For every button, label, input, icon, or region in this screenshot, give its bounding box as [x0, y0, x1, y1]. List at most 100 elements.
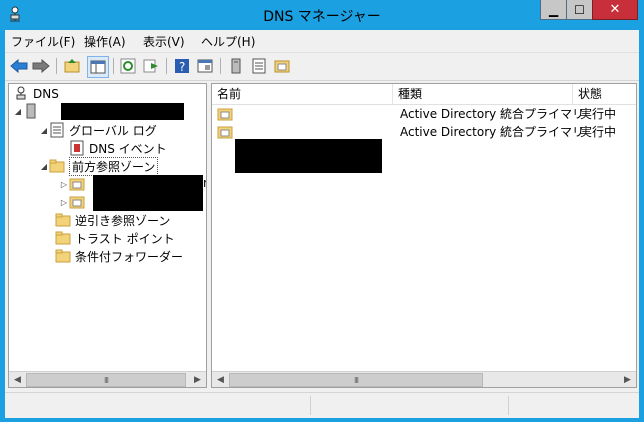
toolbar-separator [220, 58, 221, 74]
tree-item-forward-zones[interactable]: ◢ 前方参照ゾーン [39, 156, 159, 176]
refresh-button[interactable] [119, 57, 137, 75]
minimize-icon: ▁ [548, 2, 559, 17]
tree-item-reverse-zones[interactable]: 逆引き参照ゾーン [55, 211, 170, 229]
back-arrow-icon [10, 59, 28, 73]
help-icon: ? [175, 59, 189, 74]
folder-icon [55, 231, 71, 245]
server-icon [231, 58, 241, 74]
collapsed-arrow-icon[interactable]: ▷ [59, 180, 69, 189]
zone-type: Active Directory 統合プライマリ [400, 107, 585, 121]
tree-label: グローバル ログ [69, 123, 157, 138]
console-tree[interactable]: DNS ◢ ◢ グローバル ログ DNS イベント ◢ 前方参照ゾーン ▷ ▷ … [8, 83, 207, 388]
status-bar [5, 392, 639, 418]
server-button[interactable] [227, 57, 245, 75]
forward-arrow-icon [32, 59, 50, 73]
tree-item-trust-points[interactable]: トラスト ポイント [55, 229, 175, 247]
list-icon [252, 58, 266, 74]
tree-item-zone[interactable]: ▷ [59, 175, 89, 193]
list-header: 名前 種類 状態 [212, 84, 636, 105]
forward-button[interactable] [32, 57, 50, 75]
menu-view[interactable]: 表示(V) [143, 33, 185, 50]
dns-manager-window: DNS マネージャー ▁ ☐ ✕ ファイル(F) 操作(A) 表示(V) ヘルプ… [0, 0, 644, 422]
scroll-left-icon[interactable]: ◀ [212, 372, 229, 387]
zone-status: 実行中 [580, 107, 617, 121]
tree-item-dns[interactable]: DNS [13, 85, 59, 103]
svg-text:?: ? [179, 60, 185, 74]
export-list-icon [143, 59, 158, 73]
show-hide-tree-button[interactable] [87, 56, 109, 78]
tree-label: DNS イベント [89, 141, 167, 156]
expanded-arrow-icon[interactable]: ◢ [13, 107, 23, 116]
folder-icon [49, 159, 65, 173]
tree-item-dns-events[interactable]: DNS イベント [69, 139, 167, 157]
close-button[interactable]: ✕ [592, 0, 638, 20]
table-row[interactable]: Active Directory 統合プライマリ 実行中 [212, 105, 636, 123]
scroll-right-icon[interactable]: ▶ [619, 372, 636, 387]
zone-properties-button[interactable] [273, 57, 291, 75]
redacted-zone-names [235, 139, 382, 173]
minimize-button[interactable]: ▁ [540, 0, 567, 20]
console-icon [197, 59, 213, 73]
list-button[interactable] [250, 57, 268, 75]
zone-status: 実行中 [580, 125, 617, 139]
tree-label: 条件付フォワーダー [75, 249, 184, 264]
toolbar-separator [166, 58, 167, 74]
folder-icon [55, 213, 71, 227]
zone-icon [69, 178, 85, 191]
zone-icon [217, 108, 233, 121]
close-icon: ✕ [609, 2, 621, 17]
zone-properties-icon [274, 60, 290, 73]
zone-type: Active Directory 統合プライマリ [400, 125, 585, 139]
redacted-zone-names [93, 175, 203, 211]
menu-file[interactable]: ファイル(F) [11, 33, 75, 50]
menu-help[interactable]: ヘルプ(H) [201, 33, 255, 50]
tree-label: DNS [33, 87, 59, 101]
status-panel [310, 396, 509, 415]
truncated-text: r [203, 176, 206, 190]
status-panel [508, 396, 639, 415]
menu-action[interactable]: 操作(A) [84, 33, 126, 50]
maximize-icon: ☐ [574, 2, 585, 17]
scroll-left-icon[interactable]: ◀ [9, 372, 26, 387]
column-type-header[interactable]: 種類 [393, 84, 573, 104]
tree-item-conditional-forwarders[interactable]: 条件付フォワーダー [55, 247, 183, 265]
zone-icon [217, 126, 233, 139]
expanded-arrow-icon[interactable]: ◢ [39, 126, 49, 135]
tree-item-zone[interactable]: ▷ [59, 193, 89, 211]
tree-item-global-logs[interactable]: ◢ グローバル ログ [39, 121, 157, 139]
tree-label: トラスト ポイント [75, 231, 175, 246]
title-bar[interactable]: DNS マネージャー ▁ ☐ ✕ [0, 0, 644, 30]
up-button[interactable] [63, 57, 81, 75]
column-name-header[interactable]: 名前 [212, 84, 393, 104]
up-folder-icon [64, 59, 80, 73]
client-area: ファイル(F) 操作(A) 表示(V) ヘルプ(H) ? DNS ◢ ◢ グロー… [5, 30, 639, 418]
dns-icon [16, 86, 26, 100]
server-icon [26, 103, 36, 119]
show-hide-tree-icon [90, 60, 106, 74]
scroll-thumb[interactable]: III [26, 373, 186, 387]
refresh-icon [120, 58, 136, 74]
list-horizontal-scrollbar[interactable]: ◀ III ▶ [212, 371, 636, 387]
log-icon [50, 122, 64, 138]
expanded-arrow-icon[interactable]: ◢ [39, 162, 49, 171]
event-log-icon [70, 140, 84, 156]
back-button[interactable] [10, 57, 28, 75]
maximize-button[interactable]: ☐ [566, 0, 593, 20]
folder-icon [55, 249, 71, 263]
tree-horizontal-scrollbar[interactable]: ◀ III ▶ [9, 371, 206, 387]
scroll-right-icon[interactable]: ▶ [189, 372, 206, 387]
window-controls: ▁ ☐ ✕ [540, 0, 638, 21]
redacted-server-name [61, 103, 184, 120]
toolbar-separator [113, 58, 114, 74]
console-button[interactable] [196, 57, 214, 75]
column-status-header[interactable]: 状態 [573, 84, 636, 104]
results-list[interactable]: 名前 種類 状態 Active Directory 統合プライマリ 実行中 Ac… [211, 83, 637, 388]
tree-label: 逆引き参照ゾーン [75, 213, 171, 228]
scroll-thumb[interactable]: III [229, 373, 483, 387]
menu-bar: ファイル(F) 操作(A) 表示(V) ヘルプ(H) [5, 30, 639, 53]
tree-item-server[interactable]: ◢ [13, 102, 43, 120]
export-list-button[interactable] [142, 57, 160, 75]
help-button[interactable]: ? [173, 57, 191, 75]
tree-label: 前方参照ゾーン [69, 156, 159, 176]
collapsed-arrow-icon[interactable]: ▷ [59, 198, 69, 207]
